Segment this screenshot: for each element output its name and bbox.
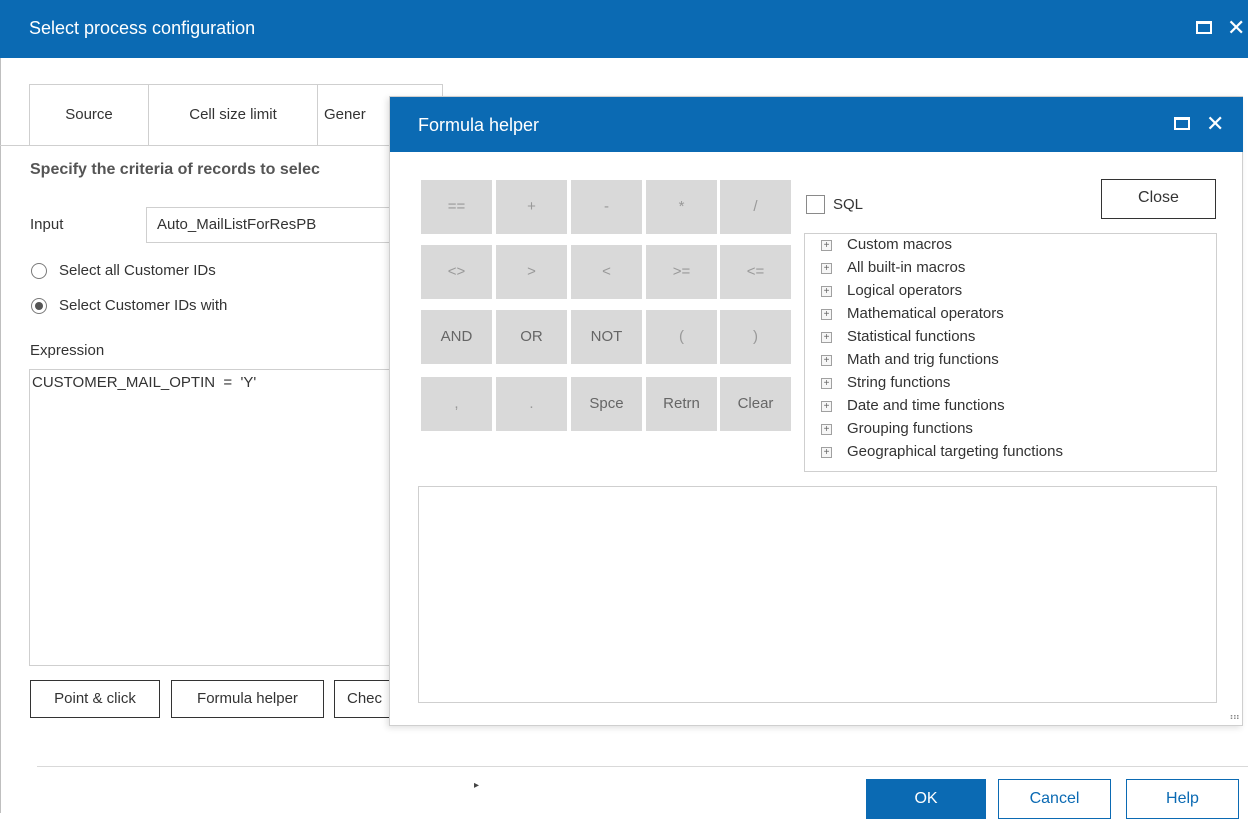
plus-box-icon[interactable]: + (821, 355, 832, 366)
help-button[interactable]: Help (1126, 779, 1239, 819)
formula-helper-titlebar: Formula helper ✕ (390, 97, 1243, 152)
formula-helper-title: Formula helper (418, 115, 540, 135)
op-plus-button[interactable]: + (496, 180, 567, 234)
expression-textarea[interactable]: CUSTOMER_MAIL_OPTIN = 'Y' (29, 369, 449, 666)
plus-box-icon[interactable]: + (821, 378, 832, 389)
op-less-equal-button[interactable]: <= (720, 245, 791, 299)
tab-source-label: Source (65, 106, 113, 123)
tab-cell-size-limit-label: Cell size limit (189, 106, 277, 123)
tree-item-label: All built-in macros (847, 259, 966, 276)
dialog-border (0, 58, 1, 813)
tab-source[interactable]: Source (29, 84, 149, 146)
expression-text: CUSTOMER_MAIL_OPTIN = 'Y' (32, 374, 257, 391)
op-space-button[interactable]: Spce (571, 377, 642, 431)
formula-helper-button[interactable]: Formula helper (171, 680, 324, 718)
cancel-button[interactable]: Cancel (998, 779, 1111, 819)
resize-grip-icon[interactable]: ⠰⠶ (1226, 712, 1240, 723)
mouse-cursor-icon: ▸ (474, 780, 480, 791)
op-not-equal-button[interactable]: <> (421, 245, 492, 299)
main-dialog-titlebar: Select process configuration ✕ (0, 0, 1248, 58)
function-tree: + Custom macros + All built-in macros + Log… (804, 233, 1217, 472)
formula-textarea[interactable] (418, 486, 1217, 703)
plus-box-icon[interactable]: + (821, 332, 832, 343)
op-greater-equal-button[interactable]: >= (646, 245, 717, 299)
tree-item-label: Grouping functions (847, 420, 973, 437)
tree-item-label: Date and time functions (847, 397, 1005, 414)
formula-helper-close-button[interactable]: Close (1101, 179, 1216, 219)
input-label: Input (30, 216, 64, 233)
sql-label: SQL (833, 196, 864, 213)
plus-box-icon[interactable]: + (821, 401, 832, 412)
plus-box-icon[interactable]: + (821, 263, 832, 274)
op-multiply-button[interactable]: * (646, 180, 717, 234)
op-minus-button[interactable]: - (571, 180, 642, 234)
op-divide-button[interactable]: / (720, 180, 791, 234)
tab-cell-size-limit[interactable]: Cell size limit (148, 84, 318, 146)
plus-box-icon[interactable]: + (821, 309, 832, 320)
op-greater-button[interactable]: > (496, 245, 567, 299)
close-icon[interactable]: ✕ (1206, 113, 1224, 135)
maximize-icon[interactable] (1196, 21, 1212, 34)
formula-helper-dialog: Formula helper ✕ == + - * / <> > < >= <=… (389, 96, 1243, 726)
tree-item-label: Logical operators (847, 282, 963, 299)
criteria-heading: Specify the criteria of records to selec (30, 161, 320, 178)
tree-item-label: Custom macros (847, 236, 953, 253)
plus-box-icon[interactable]: + (821, 286, 832, 297)
tab-divider (0, 145, 440, 146)
sql-checkbox[interactable] (806, 195, 825, 214)
radio-button-unselected[interactable] (31, 263, 47, 279)
tab-general-label: Gener (324, 106, 366, 123)
op-or-button[interactable]: OR (496, 310, 567, 364)
ok-button[interactable]: OK (866, 779, 986, 819)
close-icon[interactable]: ✕ (1227, 17, 1245, 39)
op-and-button[interactable]: AND (421, 310, 492, 364)
tree-item-label: String functions (847, 374, 951, 391)
tree-item-label: Math and trig functions (847, 351, 999, 368)
op-not-button[interactable]: NOT (571, 310, 642, 364)
plus-box-icon[interactable]: + (821, 447, 832, 458)
op-comma-button[interactable]: , (421, 377, 492, 431)
op-less-button[interactable]: < (571, 245, 642, 299)
op-open-paren-button[interactable]: ( (646, 310, 717, 364)
op-return-button[interactable]: Retrn (646, 377, 717, 431)
point-click-button[interactable]: Point & click (30, 680, 160, 718)
op-clear-button[interactable]: Clear (720, 377, 791, 431)
tree-item-label: Mathematical operators (847, 305, 1004, 322)
maximize-icon[interactable] (1174, 117, 1190, 130)
tree-item-label: Geographical targeting functions (847, 443, 1063, 460)
expression-label: Expression (30, 342, 105, 359)
tree-item-label: Statistical functions (847, 328, 976, 345)
op-period-button[interactable]: . (496, 377, 567, 431)
plus-box-icon[interactable]: + (821, 240, 832, 251)
op-equal-button[interactable]: == (421, 180, 492, 234)
radio-select-all-label: Select all Customer IDs (59, 262, 216, 279)
radio-select-with-label: Select Customer IDs with (59, 297, 228, 314)
radio-button-selected[interactable] (31, 298, 47, 314)
main-dialog-title: Select process configuration (29, 18, 256, 38)
footer-divider (37, 766, 1248, 767)
op-close-paren-button[interactable]: ) (720, 310, 791, 364)
plus-box-icon[interactable]: + (821, 424, 832, 435)
